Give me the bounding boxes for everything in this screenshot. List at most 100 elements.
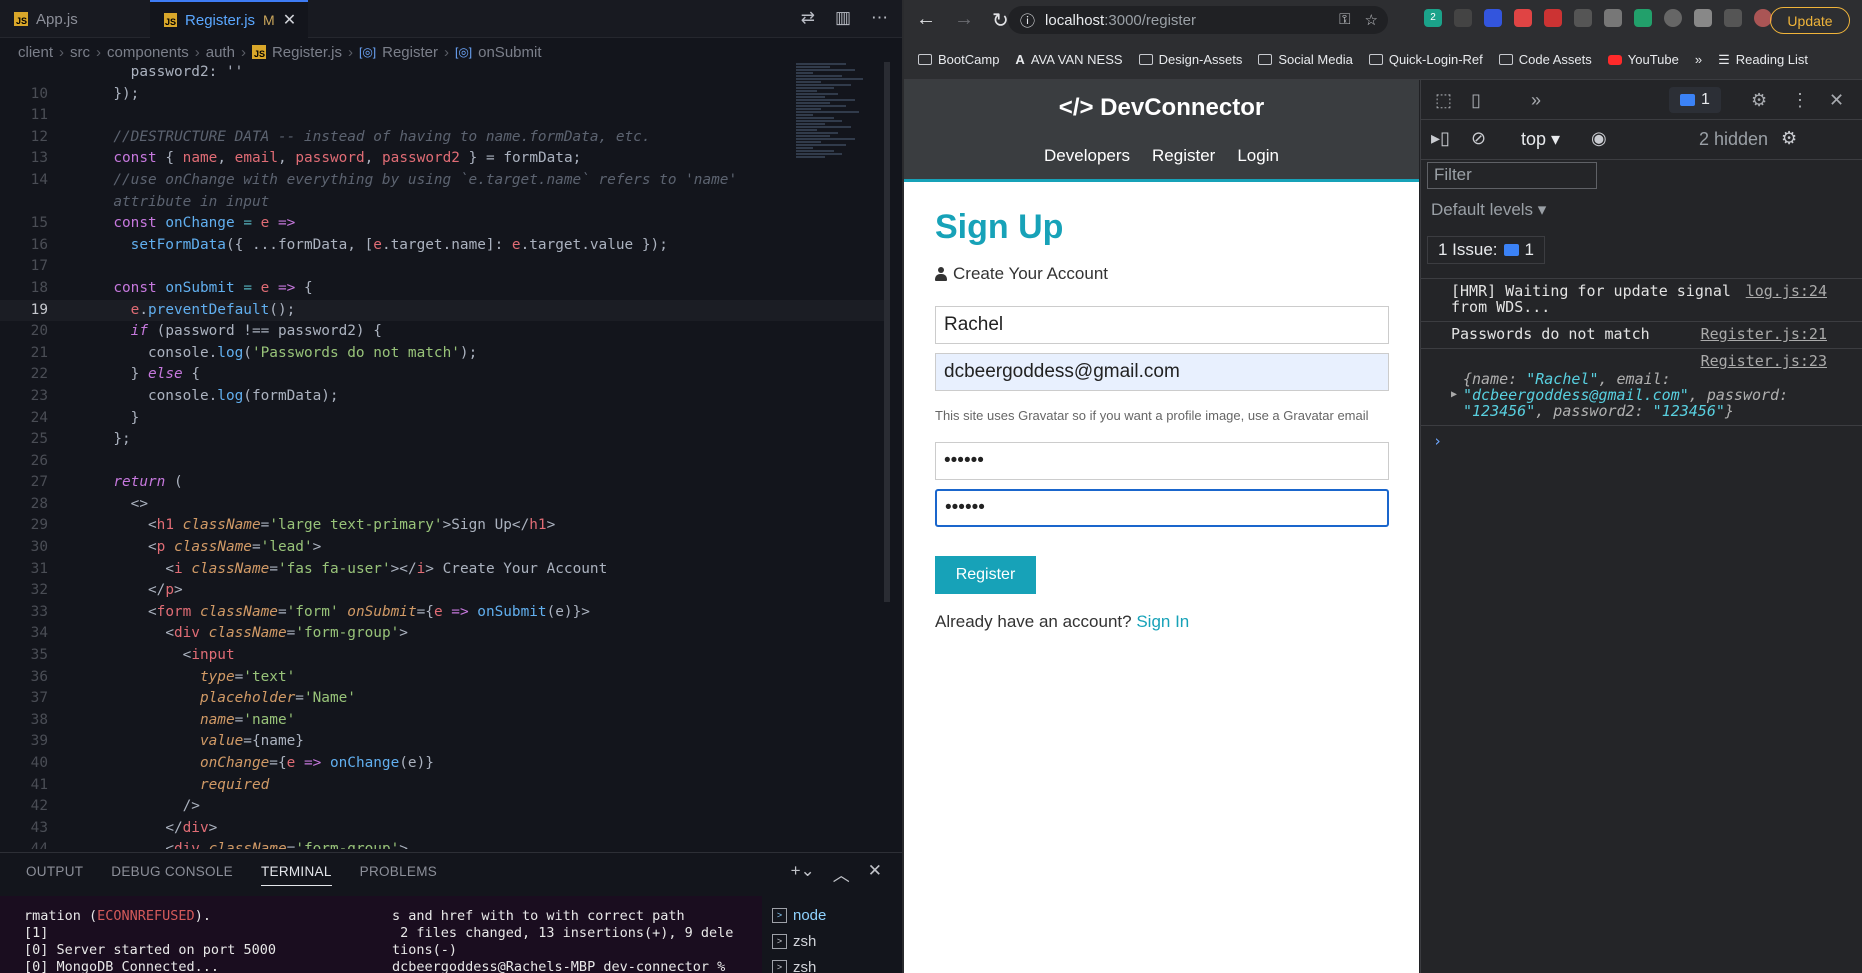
site-brand[interactable]: </> DevConnector: [904, 94, 1419, 122]
code-line[interactable]: 24 }: [0, 408, 890, 430]
extension-icon[interactable]: [1664, 9, 1682, 27]
console-log-object[interactable]: Register.js:23 ▶ {name: "Rachel", email:…: [1421, 348, 1862, 425]
code-line[interactable]: 23 console.log(formData);: [0, 386, 890, 408]
context-select[interactable]: top ▾: [1521, 129, 1560, 150]
extension-icon[interactable]: [1634, 9, 1652, 27]
terminal-item-zsh[interactable]: > zsh: [772, 928, 902, 954]
split-editor-icon[interactable]: ▥: [835, 8, 851, 28]
media-icon[interactable]: [1724, 9, 1742, 27]
code-line[interactable]: 42 />: [0, 796, 890, 818]
confirm-password-input[interactable]: [935, 489, 1389, 527]
more-tabs-icon[interactable]: »: [1531, 90, 1541, 111]
extension-icon[interactable]: [1544, 9, 1562, 27]
terminal-item-zsh[interactable]: > zsh: [772, 954, 902, 973]
code-line[interactable]: 18 const onSubmit = e => {: [0, 278, 890, 300]
compare-changes-icon[interactable]: ⇄: [801, 8, 815, 28]
code-line[interactable]: 17: [0, 256, 890, 278]
kebab-menu-icon[interactable]: ⋮: [1791, 90, 1809, 111]
issues-button[interactable]: 1 Issue: 1: [1427, 236, 1546, 264]
password-input[interactable]: [935, 442, 1389, 480]
extension-icon[interactable]: 2: [1424, 9, 1442, 27]
console-prompt[interactable]: ›: [1421, 425, 1862, 456]
name-input[interactable]: [935, 306, 1389, 344]
bookmark-bootcamp[interactable]: BootCamp: [918, 52, 999, 67]
back-icon[interactable]: ←: [916, 8, 936, 33]
code-line[interactable]: 38 name='name': [0, 710, 890, 732]
code-line[interactable]: 35 <input: [0, 645, 890, 667]
new-terminal-icon[interactable]: +⌄: [791, 861, 815, 886]
terminal-right[interactable]: s and href with to with correct path 2 f…: [380, 896, 762, 973]
terminal-left[interactable]: rmation (ECONNREFUSED). [1] [0] Server s…: [0, 896, 380, 973]
bookmark-code-assets[interactable]: Code Assets: [1498, 52, 1592, 67]
extension-icon[interactable]: [1574, 9, 1592, 27]
tab-debug-console[interactable]: DEBUG CONSOLE: [111, 864, 233, 879]
code-line[interactable]: 16 setFormData({ ...formData, [e.target.…: [0, 235, 890, 257]
star-icon[interactable]: ☆: [1365, 11, 1378, 29]
breadcrumb-item[interactable]: onSubmit: [478, 44, 541, 61]
code-line[interactable]: 41 required: [0, 775, 890, 797]
breadcrumb-item[interactable]: auth: [206, 44, 235, 61]
code-line[interactable]: 28 <>: [0, 494, 890, 516]
more-bookmarks-icon[interactable]: »: [1695, 52, 1702, 67]
code-line[interactable]: 32 </p>: [0, 580, 890, 602]
code-line[interactable]: 36 type='text': [0, 667, 890, 689]
close-icon[interactable]: ✕: [283, 10, 296, 30]
extension-icon[interactable]: [1484, 9, 1502, 27]
code-line[interactable]: 20 if (password !== password2) {: [0, 321, 890, 343]
code-line[interactable]: 10 });: [0, 84, 890, 106]
code-line[interactable]: 34 <div className='form-group'>: [0, 623, 890, 645]
reading-list[interactable]: ☰ Reading List: [1718, 52, 1808, 68]
terminal-item-node[interactable]: > node: [772, 902, 902, 928]
register-button[interactable]: Register: [935, 556, 1036, 594]
nav-link-login[interactable]: Login: [1237, 146, 1279, 166]
code-line[interactable]: 21 console.log('Passwords do not match')…: [0, 343, 890, 365]
settings-icon[interactable]: ⚙: [1751, 90, 1767, 111]
code-line[interactable]: 14 //use onChange with everything by usi…: [0, 170, 890, 192]
close-devtools-icon[interactable]: ✕: [1829, 90, 1844, 111]
bookmark-youtube[interactable]: YouTube: [1607, 52, 1679, 67]
code-line[interactable]: attribute in input: [0, 192, 890, 214]
log-source-link[interactable]: log.js:24: [1746, 283, 1827, 299]
code-line[interactable]: 29 <h1 className='large text-primary'>Si…: [0, 515, 890, 537]
puzzle-icon[interactable]: [1694, 9, 1712, 27]
log-source-link[interactable]: Register.js:23: [1701, 353, 1827, 369]
reload-icon[interactable]: ↻: [992, 8, 1009, 33]
code-line[interactable]: 37 placeholder='Name': [0, 688, 890, 710]
sidebar-toggle-icon[interactable]: ▸▯: [1431, 128, 1450, 149]
nav-link-developers[interactable]: Developers: [1044, 146, 1130, 166]
code-line[interactable]: 26: [0, 451, 890, 473]
camera-icon[interactable]: [1604, 9, 1622, 27]
key-icon[interactable]: ⚿: [1339, 11, 1350, 29]
inspect-icon[interactable]: ⬚: [1435, 90, 1452, 111]
console-settings-icon[interactable]: ⚙: [1781, 128, 1797, 149]
code-area[interactable]: password2: '' 10 }); 11 12 //DESTRUCTURE DA…: [0, 62, 890, 849]
bookmark-social-media[interactable]: Social Media: [1258, 52, 1353, 67]
nav-link-register[interactable]: Register: [1152, 146, 1215, 166]
maximize-panel-icon[interactable]: ︿: [833, 861, 850, 886]
code-line[interactable]: 19 e.preventDefault();: [0, 299, 890, 322]
filter-input[interactable]: Filter: [1427, 162, 1597, 189]
code-line[interactable]: 11: [0, 105, 890, 127]
bookmark-ava-van-ness[interactable]: A AVA VAN NESS: [1015, 52, 1122, 67]
code-line[interactable]: 39 value={name}: [0, 731, 890, 753]
tab-problems[interactable]: PROBLEMS: [360, 864, 437, 879]
code-line[interactable]: 40 onChange={e => onChange(e)}: [0, 753, 890, 775]
code-line[interactable]: 22 } else {: [0, 364, 890, 386]
expand-icon[interactable]: ▶: [1451, 387, 1457, 403]
signin-link[interactable]: Sign In: [1136, 612, 1189, 631]
breadcrumb-item[interactable]: components: [107, 44, 189, 61]
email-input[interactable]: [935, 353, 1389, 391]
more-actions-icon[interactable]: ⋯: [871, 8, 888, 28]
extension-icon[interactable]: [1514, 9, 1532, 27]
code-line[interactable]: 44 <div className='form-group'>: [0, 839, 890, 849]
code-line[interactable]: 12 //DESTRUCTURE DATA -- instead of havi…: [0, 127, 890, 149]
device-toggle-icon[interactable]: ▯: [1471, 90, 1481, 111]
code-line[interactable]: 30 <p className='lead'>: [0, 537, 890, 559]
levels-dropdown[interactable]: Default levels ▾: [1431, 200, 1546, 220]
bookmark-quick-login-ref[interactable]: Quick-Login-Ref: [1368, 52, 1483, 67]
messages-badge[interactable]: 1: [1669, 87, 1721, 113]
tab-register-js[interactable]: JS Register.js M ✕: [150, 0, 308, 38]
info-icon[interactable]: ⓘ: [1020, 10, 1035, 31]
forward-icon[interactable]: →: [954, 8, 974, 33]
close-panel-icon[interactable]: ✕: [868, 861, 882, 886]
